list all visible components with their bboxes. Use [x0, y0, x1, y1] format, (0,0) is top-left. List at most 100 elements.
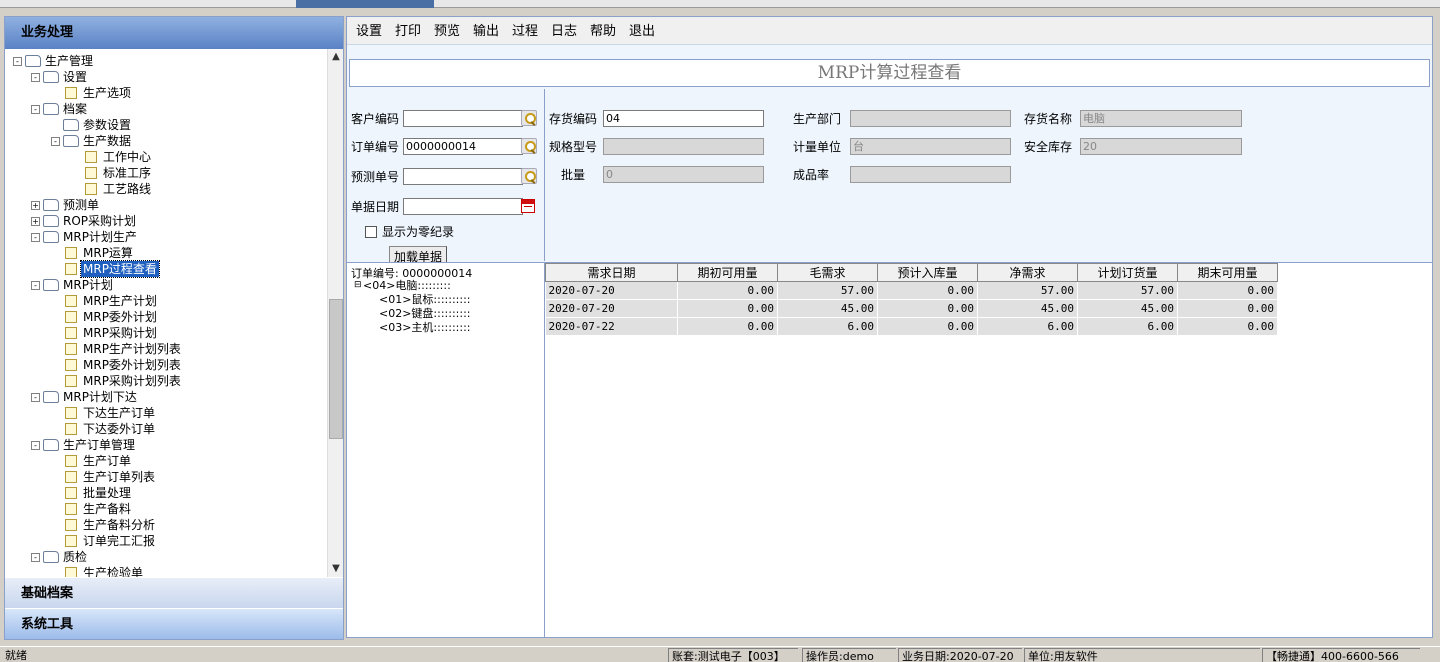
tree-item[interactable]: MRP生产计划列表	[13, 341, 331, 357]
tree-item[interactable]: - 设置	[13, 69, 331, 85]
document-icon	[65, 327, 77, 339]
tree-item[interactable]: MRP委外计划	[13, 309, 331, 325]
bom-tree-panel: 订单编号: 0000000014 <04>电脑::::::::: ⊟ <01>鼠…	[347, 262, 545, 637]
tree-item[interactable]: - 档案	[13, 101, 331, 117]
tree-item[interactable]: + ROP采购计划	[13, 213, 331, 229]
tree-item[interactable]: 生产备料分析	[13, 517, 331, 533]
tree-item[interactable]: MRP过程查看	[13, 260, 331, 278]
document-icon	[85, 151, 97, 163]
tree-item-label: 参数设置	[83, 118, 132, 132]
tree-item[interactable]: 参数设置	[13, 117, 331, 133]
tree-item[interactable]: 订单完工汇报	[13, 533, 331, 549]
preview-button[interactable]: 预览	[430, 21, 464, 43]
exit-button[interactable]: 退出	[625, 21, 659, 43]
bom-node-child[interactable]: <01>鼠标::::::::::	[379, 293, 471, 306]
tree-item[interactable]: 标准工序	[13, 165, 331, 181]
tree-item[interactable]: 生产检验单	[13, 565, 331, 577]
table-row[interactable]: 2020-07-20 0.00 57.00 0.00 57.00 57.00 0…	[545, 281, 1278, 300]
table-cell: 2020-07-20	[545, 299, 678, 318]
tree-item[interactable]: - MRP计划生产	[13, 229, 331, 245]
scroll-down-icon[interactable]: ▼	[328, 561, 344, 577]
tree-item-label: 生产订单	[83, 454, 132, 468]
expand-icon[interactable]: +	[31, 217, 40, 226]
tree-item[interactable]: - MRP计划	[13, 277, 331, 293]
folder-icon	[43, 439, 59, 451]
col-header[interactable]: 预计入库量	[877, 263, 978, 282]
collapse-icon[interactable]: -	[13, 57, 22, 66]
collapse-icon[interactable]: -	[31, 73, 40, 82]
table-row[interactable]: 2020-07-20 0.00 45.00 0.00 45.00 45.00 0…	[545, 299, 1278, 318]
expand-icon[interactable]: +	[31, 201, 40, 210]
tree-item[interactable]: 生产备料	[13, 501, 331, 517]
tree-item[interactable]: 生产订单列表	[13, 469, 331, 485]
bom-node-root[interactable]: <04>电脑:::::::::	[363, 279, 451, 292]
bom-node-child[interactable]: <02>键盘::::::::::	[379, 307, 471, 320]
tree-item[interactable]: - MRP计划下达	[13, 389, 331, 405]
inventory-info-panel: 存货编码 04 生产部门 存货名称 电脑 规格型号 计量单位 台 安全库存 20…	[545, 89, 1432, 261]
table-cell: 2020-07-22	[545, 317, 678, 336]
tree-item[interactable]: 工作中心	[13, 149, 331, 165]
inv-code-field[interactable]: 04	[603, 110, 764, 127]
tree-item[interactable]: 批量处理	[13, 485, 331, 501]
process-button[interactable]: 过程	[508, 21, 542, 43]
col-header[interactable]: 期初可用量	[677, 263, 778, 282]
order-no-field[interactable]: 0000000014	[403, 138, 523, 155]
document-icon	[65, 359, 77, 371]
collapse-icon[interactable]: ⊟	[354, 279, 362, 292]
show-zero-checkbox[interactable]	[365, 226, 377, 238]
tree-item[interactable]: - 生产管理	[13, 53, 331, 69]
collapse-icon[interactable]: -	[31, 233, 40, 242]
col-header[interactable]: 计划订货量	[1077, 263, 1178, 282]
section-basic-archives[interactable]: 基础档案	[5, 577, 343, 608]
tree-item-label: 生产数据	[83, 134, 132, 148]
tree-item[interactable]: + 预测单	[13, 197, 331, 213]
scroll-thumb[interactable]	[329, 299, 343, 439]
collapse-icon[interactable]: -	[31, 281, 40, 290]
collapse-icon[interactable]: -	[51, 137, 60, 146]
tree-item[interactable]: 下达生产订单	[13, 405, 331, 421]
tree-item[interactable]: MRP委外计划列表	[13, 357, 331, 373]
collapse-icon[interactable]: -	[31, 441, 40, 450]
help-button[interactable]: 帮助	[586, 21, 620, 43]
collapse-icon[interactable]: -	[31, 553, 40, 562]
customer-lookup-icon[interactable]	[521, 110, 537, 126]
tree-scrollbar[interactable]: ▲ ▼	[327, 49, 343, 577]
mrp-grid-panel: 需求日期 期初可用量 毛需求 预计入库量 净需求 计划订货量 期末可用量 202…	[545, 262, 1432, 637]
tree-item[interactable]: 生产选项	[13, 85, 331, 101]
forecast-no-field[interactable]	[403, 168, 523, 185]
tree-item[interactable]: 生产订单	[13, 453, 331, 469]
export-button[interactable]: 输出	[469, 21, 503, 43]
table-row[interactable]: 2020-07-22 0.00 6.00 0.00 6.00 6.00 0.00	[545, 317, 1278, 336]
tree-item[interactable]: 下达委外订单	[13, 421, 331, 437]
active-top-tab[interactable]	[296, 0, 434, 8]
log-button[interactable]: 日志	[547, 21, 581, 43]
bom-node-child[interactable]: <03>主机::::::::::	[379, 321, 471, 334]
print-button[interactable]: 打印	[391, 21, 425, 43]
tree-item[interactable]: - 生产订单管理	[13, 437, 331, 453]
main-content: 设置 打印 预览 输出 过程 日志 帮助 退出 MRP计算过程查看 客户编码 订…	[346, 16, 1433, 638]
section-system-tools[interactable]: 系统工具	[5, 608, 343, 639]
col-header[interactable]: 期末可用量	[1177, 263, 1278, 282]
col-header[interactable]: 净需求	[977, 263, 1078, 282]
tree-item[interactable]: MRP采购计划列表	[13, 373, 331, 389]
forecast-lookup-icon[interactable]	[521, 168, 537, 184]
tree-item-label: 标准工序	[103, 166, 152, 180]
panel-header-business[interactable]: 业务处理	[5, 17, 343, 49]
tree-item-label: 工作中心	[103, 150, 152, 164]
col-header[interactable]: 毛需求	[777, 263, 878, 282]
tree-item[interactable]: MRP运算	[13, 245, 331, 261]
tree-item[interactable]: - 质检	[13, 549, 331, 565]
collapse-icon[interactable]: -	[31, 393, 40, 402]
customer-code-field[interactable]	[403, 110, 523, 127]
calendar-icon[interactable]	[521, 199, 535, 213]
scroll-up-icon[interactable]: ▲	[328, 49, 344, 65]
doc-date-field[interactable]	[403, 198, 523, 215]
order-lookup-icon[interactable]	[521, 138, 537, 154]
col-header[interactable]: 需求日期	[545, 263, 678, 282]
settings-button[interactable]: 设置	[352, 21, 386, 43]
collapse-icon[interactable]: -	[31, 105, 40, 114]
tree-item[interactable]: 工艺路线	[13, 181, 331, 197]
tree-item[interactable]: MRP采购计划	[13, 325, 331, 341]
tree-item[interactable]: MRP生产计划	[13, 293, 331, 309]
tree-item[interactable]: - 生产数据	[13, 133, 331, 149]
